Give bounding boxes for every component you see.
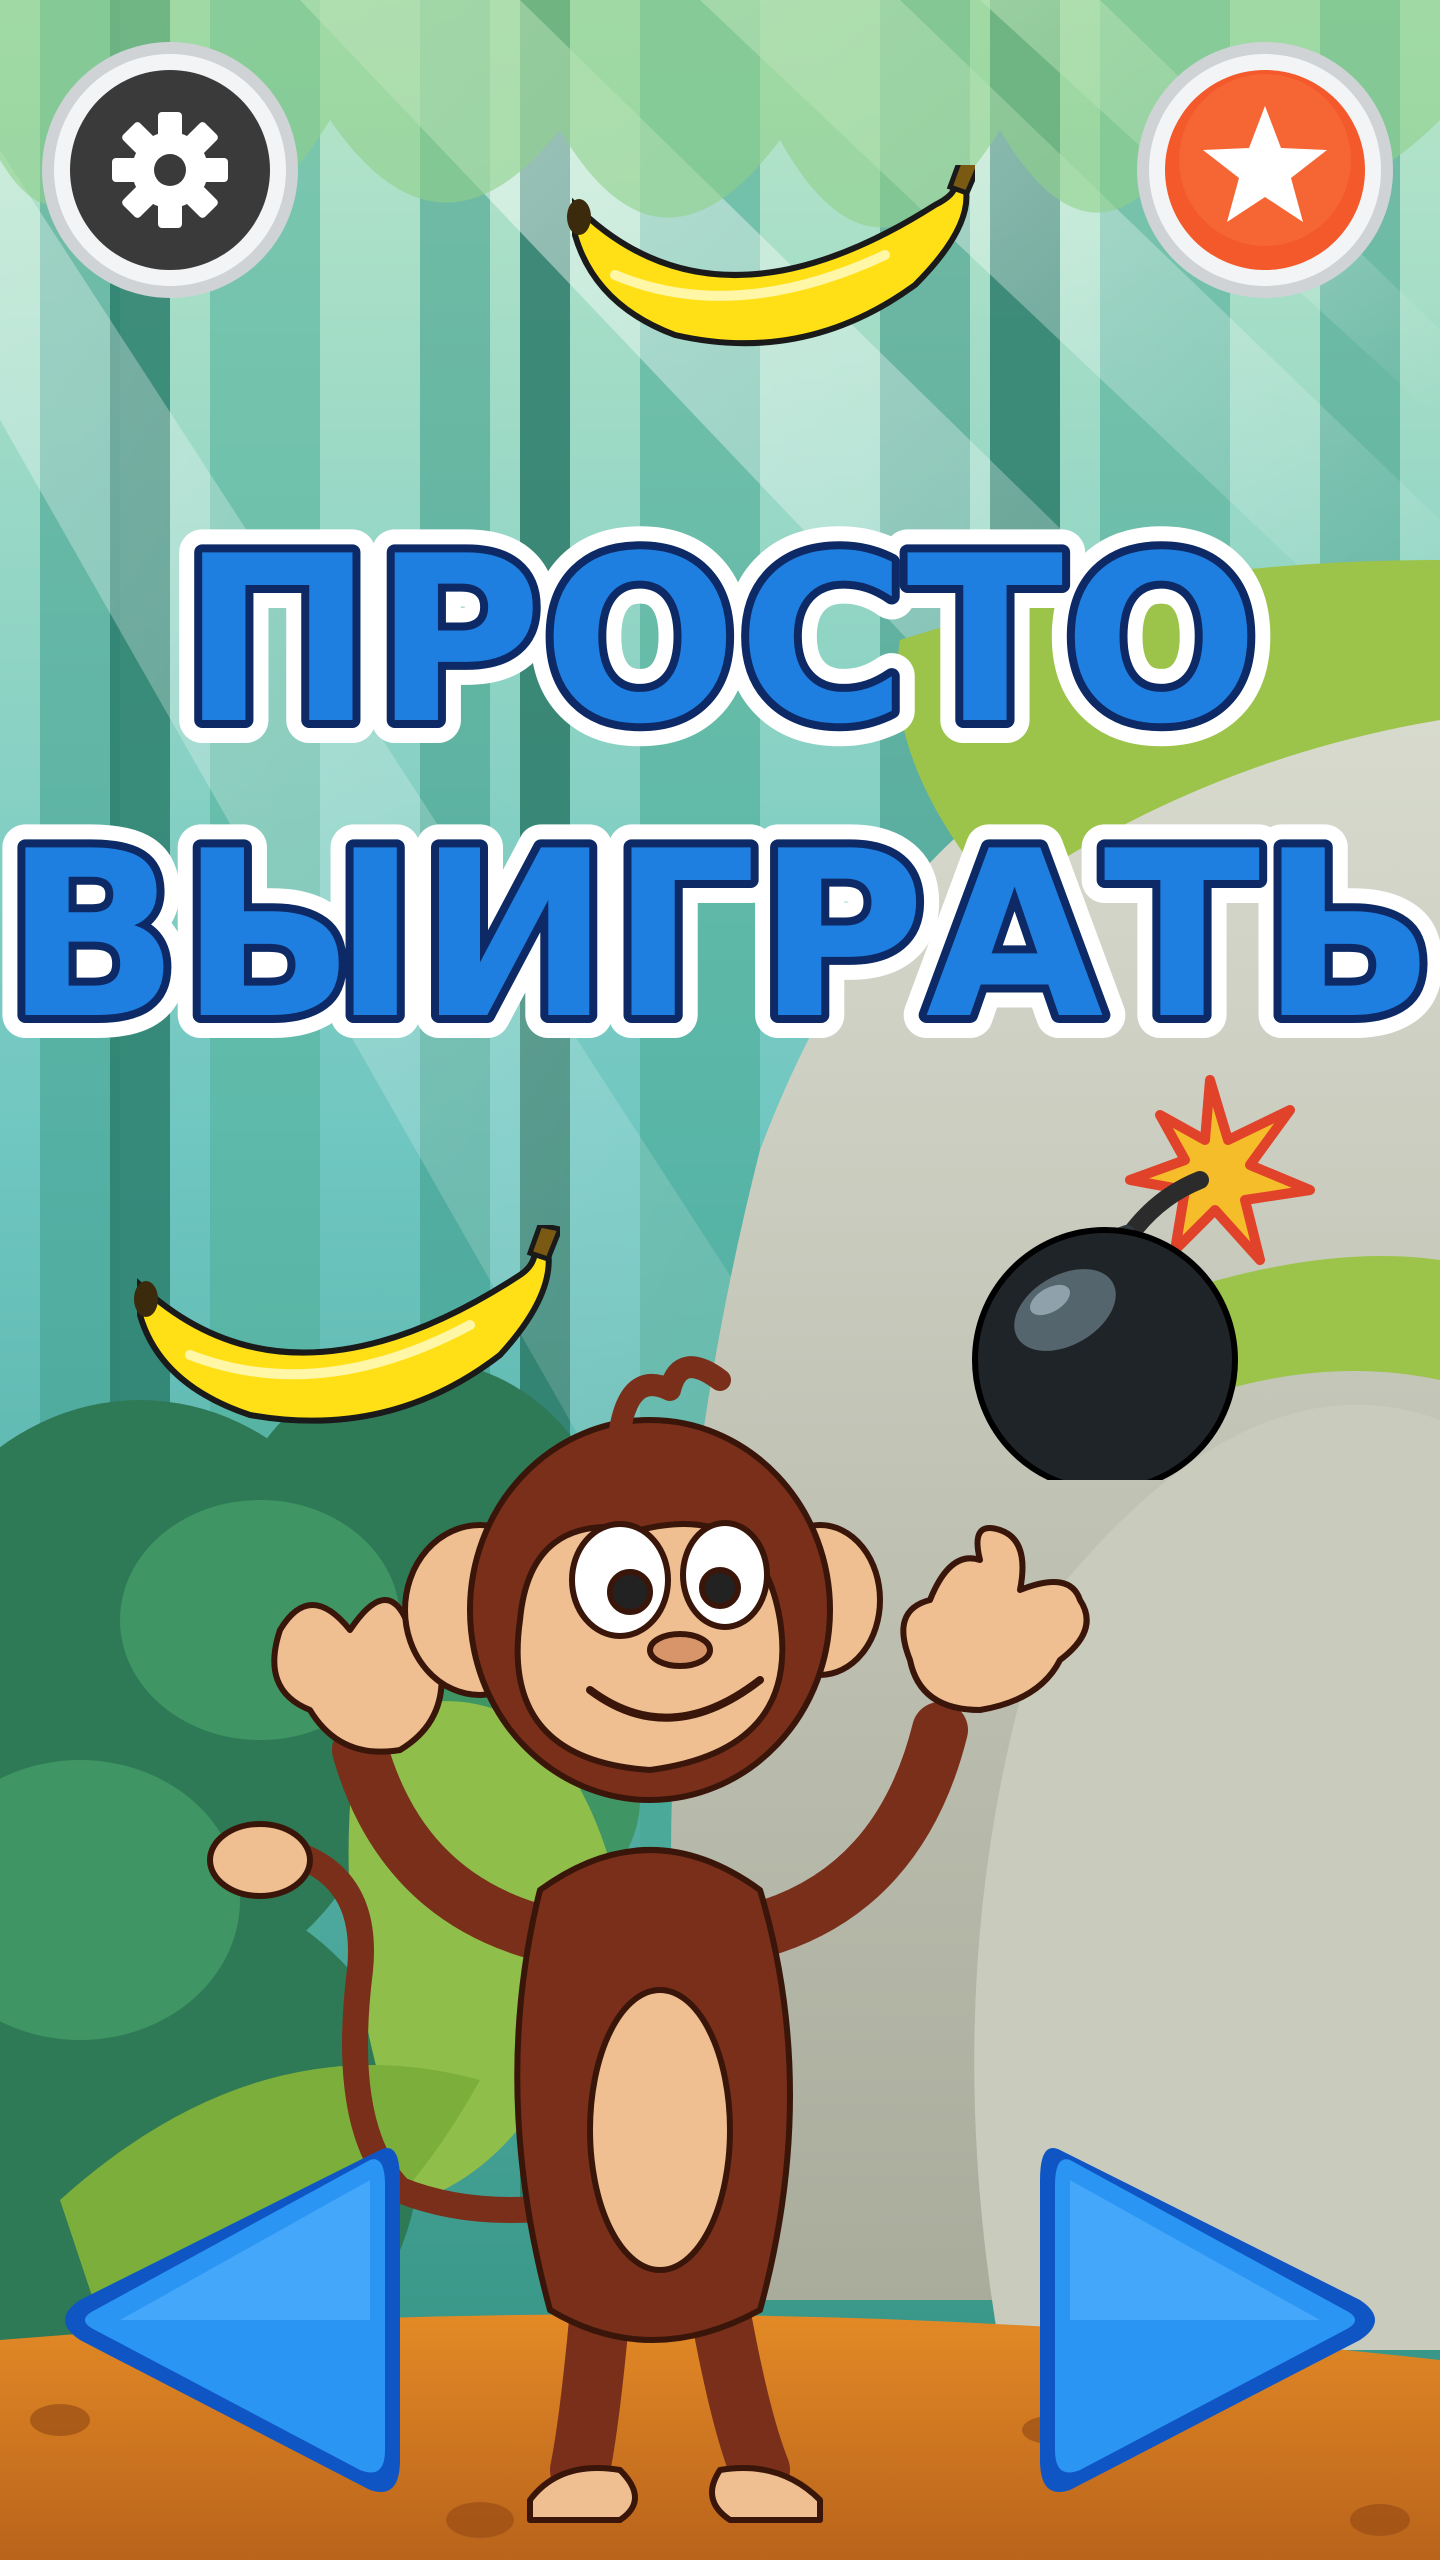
game-title: ПРОСТО ПРОСТО ВЫИГРАТЬ ВЫИГРАТЬ: [0, 485, 1440, 1080]
star-icon: [1137, 42, 1393, 298]
move-left-button[interactable]: [40, 2120, 410, 2520]
title-line2: ВЫИГРАТЬ: [4, 803, 1435, 1070]
triangle-right-arrow-icon: [1040, 2148, 1375, 2492]
triangle-left-arrow-icon: [65, 2148, 400, 2492]
move-right-button[interactable]: [1030, 2120, 1400, 2520]
rate-button[interactable]: [1135, 40, 1395, 300]
banana-sprite: [567, 165, 975, 347]
title-line1: ПРОСТО: [181, 508, 1259, 775]
gear-icon: [42, 42, 298, 298]
settings-button[interactable]: [40, 40, 300, 300]
